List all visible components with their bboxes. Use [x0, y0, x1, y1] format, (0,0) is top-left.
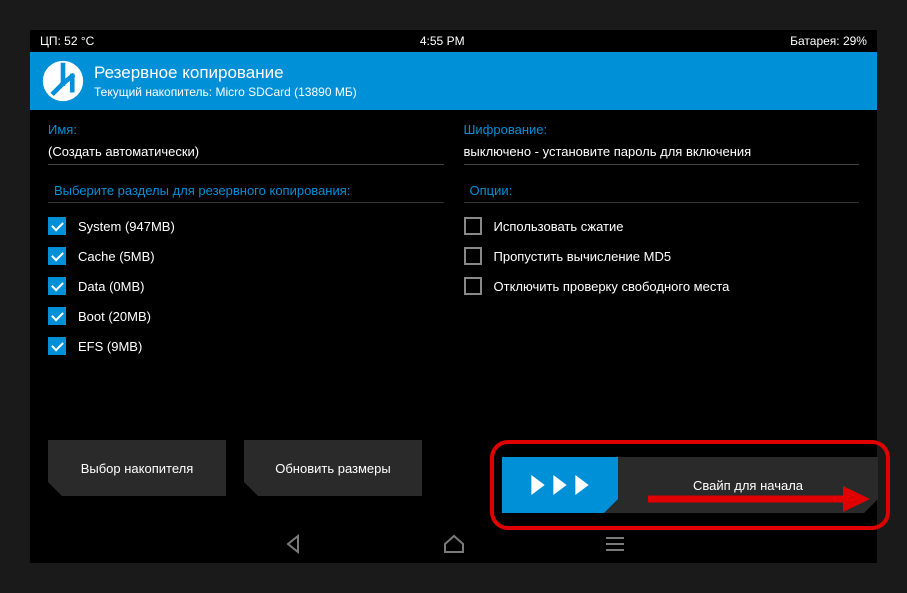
- status-bar: ЦП: 52 °C 4:55 PM Батарея: 29%: [30, 30, 877, 52]
- checkbox[interactable]: [48, 247, 66, 265]
- checkbox[interactable]: [48, 337, 66, 355]
- checkbox[interactable]: [464, 277, 482, 295]
- partition-item[interactable]: Boot (20MB): [48, 301, 444, 331]
- encryption-field[interactable]: выключено - установите пароль для включе…: [464, 141, 860, 165]
- partitions-label: Выберите разделы для резервного копирова…: [48, 179, 444, 203]
- name-label: Имя:: [48, 122, 444, 137]
- chevron-right-icon: [529, 475, 547, 495]
- partition-item[interactable]: System (947MB): [48, 211, 444, 241]
- twrp-logo-icon: [42, 60, 84, 102]
- swipe-label: Свайп для начала: [618, 478, 878, 493]
- partition-item[interactable]: Cache (5MB): [48, 241, 444, 271]
- select-storage-button[interactable]: Выбор накопителя: [48, 440, 226, 496]
- option-label: Отключить проверку свободного места: [494, 279, 730, 294]
- back-icon[interactable]: [283, 534, 303, 554]
- option-item[interactable]: Использовать сжатие: [464, 211, 860, 241]
- option-label: Пропустить вычисление MD5: [494, 249, 672, 264]
- page-header: Резервное копирование Текущий накопитель…: [30, 52, 877, 110]
- refresh-sizes-button[interactable]: Обновить размеры: [244, 440, 422, 496]
- nav-bar: [30, 525, 877, 563]
- partition-label: System (947MB): [78, 219, 175, 234]
- chevron-right-icon: [573, 475, 591, 495]
- partition-label: Cache (5MB): [78, 249, 155, 264]
- checkbox[interactable]: [464, 217, 482, 235]
- battery-level: Батарея: 29%: [790, 34, 867, 48]
- partition-label: EFS (9MB): [78, 339, 142, 354]
- menu-icon[interactable]: [605, 536, 625, 552]
- partition-item[interactable]: Data (0MB): [48, 271, 444, 301]
- checkbox[interactable]: [48, 277, 66, 295]
- checkbox[interactable]: [464, 247, 482, 265]
- home-icon[interactable]: [443, 534, 465, 554]
- option-item[interactable]: Пропустить вычисление MD5: [464, 241, 860, 271]
- option-item[interactable]: Отключить проверку свободного места: [464, 271, 860, 301]
- cpu-temp: ЦП: 52 °C: [40, 34, 94, 48]
- checkbox[interactable]: [48, 217, 66, 235]
- partition-label: Boot (20MB): [78, 309, 151, 324]
- clock: 4:55 PM: [420, 34, 465, 48]
- swipe-to-start[interactable]: Свайп для начала: [502, 457, 878, 513]
- swipe-handle[interactable]: [502, 457, 618, 513]
- name-field[interactable]: (Создать автоматически): [48, 141, 444, 165]
- chevron-right-icon: [551, 475, 569, 495]
- checkbox[interactable]: [48, 307, 66, 325]
- options-label: Опции:: [464, 179, 860, 203]
- option-label: Использовать сжатие: [494, 219, 624, 234]
- partition-label: Data (0MB): [78, 279, 144, 294]
- storage-subtitle: Текущий накопитель: Micro SDCard (13890 …: [94, 85, 357, 99]
- page-title: Резервное копирование: [94, 63, 357, 83]
- partition-item[interactable]: EFS (9MB): [48, 331, 444, 361]
- encryption-label: Шифрование:: [464, 122, 860, 137]
